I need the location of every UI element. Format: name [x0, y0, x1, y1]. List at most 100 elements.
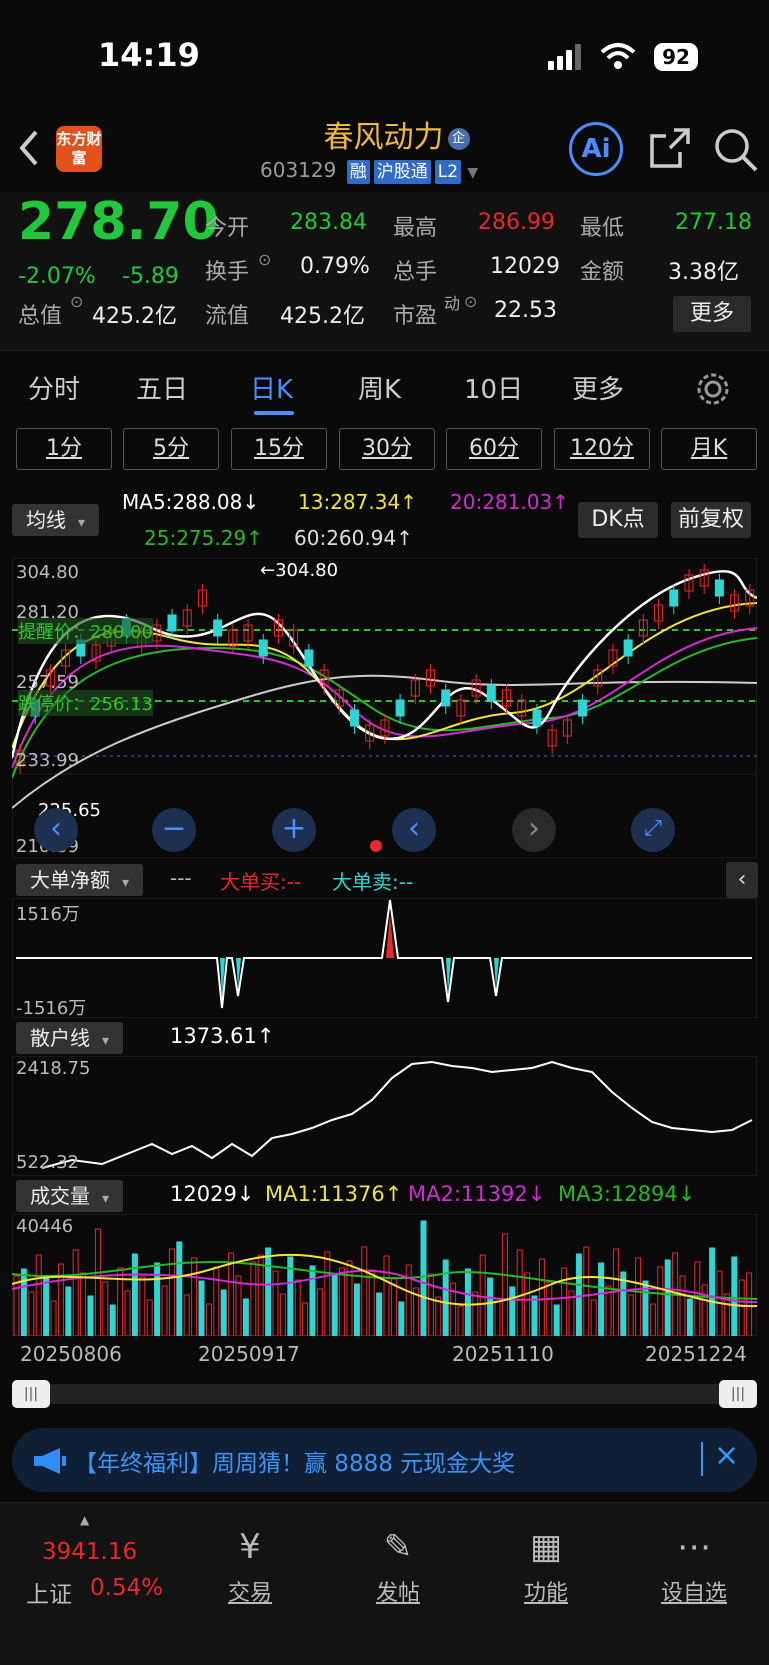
scroll-left-icon[interactable]: ‹ [34, 808, 78, 852]
battery-indicator: 92 [654, 43, 698, 71]
fullscreen-icon[interactable]: ⤢ [631, 808, 675, 852]
candle-body [441, 689, 451, 707]
step-forward-icon[interactable]: › [512, 808, 556, 852]
interval-5min[interactable]: 5分 [123, 428, 219, 470]
search-icon[interactable] [712, 126, 760, 174]
chevron-down-icon: ▼ [467, 165, 479, 181]
float-label: 流值 [205, 304, 250, 329]
low-value: 277.18 [675, 210, 752, 235]
step-back-icon[interactable]: ‹ [392, 808, 436, 852]
retail-selector[interactable]: 散户线 [16, 1022, 124, 1054]
volume-bar [509, 1286, 516, 1336]
retail-value: 1373.61↑ [170, 1024, 275, 1048]
date-label-2: 20250917 [198, 1342, 300, 1366]
mktcap-value: 425.2亿 [92, 304, 177, 329]
adjust-button[interactable]: 前复权 [671, 502, 751, 538]
volume-bar [376, 1292, 383, 1336]
tag-margin: 融 [346, 160, 370, 184]
volume-bar [442, 1259, 449, 1336]
volume-bar [20, 1268, 27, 1336]
date-label-1: 20250806 [20, 1342, 122, 1366]
info-icon[interactable]: ⊙ [70, 292, 83, 311]
candle-body [304, 649, 314, 667]
turnover-label: 换手 [205, 260, 250, 285]
volume-bar [575, 1253, 582, 1336]
volume-bar [709, 1247, 716, 1336]
tab-watchlist[interactable]: ⋯ 设自选 [644, 1527, 744, 1607]
volume-label: 总手 [393, 260, 438, 285]
limit-down-label: 跌停价：256.13 [18, 690, 153, 716]
interval-60min[interactable]: 60分 [446, 428, 542, 470]
share-icon[interactable] [648, 126, 692, 170]
ma20-value: 20:281.03↑ [450, 490, 569, 514]
interval-120min[interactable]: 120分 [554, 428, 650, 470]
settings-gear-icon[interactable] [695, 371, 731, 407]
interval-1min[interactable]: 1分 [16, 428, 112, 470]
ai-button[interactable]: Ai [569, 122, 623, 176]
interval-15min[interactable]: 15分 [231, 428, 327, 470]
volume-top-label: 40446 [16, 1216, 74, 1237]
tab-more[interactable]: 更多 [572, 369, 624, 406]
index-percent[interactable]: 0.54% [90, 1575, 163, 1601]
zoom-out-icon[interactable]: − [152, 808, 196, 852]
volume-bar [65, 1286, 72, 1336]
tab-intraday[interactable]: 分时 [28, 369, 80, 406]
status-time: 14:19 [98, 36, 200, 74]
y-label-4: 233.99 [16, 750, 79, 771]
enterprise-badge: 企 [447, 127, 470, 150]
range-handle-right[interactable]: ||| [719, 1380, 757, 1408]
tab-five-day[interactable]: 五日 [136, 369, 188, 406]
grid-icon: ▦ [529, 1527, 563, 1567]
info-icon[interactable]: ⊙ [464, 292, 477, 311]
interval-30min[interactable]: 30分 [339, 428, 435, 470]
alert-price-label[interactable]: 提醒价：280.00 [18, 618, 153, 644]
bigorder-bottom-label: -1516万 [16, 998, 87, 1019]
collapse-icon[interactable]: ‹ [726, 862, 758, 898]
range-handle-left[interactable]: ||| [12, 1380, 50, 1408]
stock-code-line[interactable]: 603129 融沪股通 L2 ▼ [260, 158, 478, 184]
promo-banner[interactable]: 【年终福利】周周猜！赢 8888 元现金大奖 × [12, 1428, 757, 1492]
volume-ma3: MA3:12894↓ [558, 1182, 696, 1206]
index-name[interactable]: 上证 [26, 1575, 72, 1609]
change-amount: -5.89 [122, 264, 179, 289]
tab-ten-day[interactable]: 10日 [464, 369, 523, 406]
tab-post[interactable]: ✎ 发帖 [348, 1527, 448, 1607]
candle-body [669, 589, 679, 607]
megaphone-icon [34, 1448, 66, 1474]
volume-bar [398, 1301, 405, 1336]
tab-daily-k[interactable]: 日K [250, 369, 293, 406]
volume-bar [198, 1280, 205, 1336]
ma-selector[interactable]: 均线 [12, 504, 100, 536]
tab-trade[interactable]: ¥ 交易 [200, 1527, 300, 1607]
info-icon[interactable]: ⊙ [258, 250, 271, 269]
pe-value: 22.53 [494, 298, 557, 323]
candle-body [395, 699, 405, 717]
tab-functions[interactable]: ▦ 功能 [496, 1527, 596, 1607]
volume-selector[interactable]: 成交量 [16, 1180, 124, 1212]
position-dot [370, 840, 382, 852]
volume-bar [331, 1274, 338, 1336]
stock-name: 春风动力 [323, 120, 444, 155]
volume-bar [309, 1265, 316, 1336]
dk-point-button[interactable]: DK点 [578, 502, 658, 538]
volume-chart [12, 1214, 757, 1336]
more-button[interactable]: 更多 [673, 296, 751, 332]
volume-bar [265, 1247, 272, 1336]
range-slider-track[interactable] [12, 1384, 757, 1404]
turnover-value: 0.79% [300, 254, 370, 279]
candle-body [213, 619, 223, 637]
ma13-value: 13:287.34↑ [298, 490, 417, 514]
close-icon[interactable]: × [714, 1438, 739, 1473]
tab-weekly-k[interactable]: 周K [358, 369, 401, 406]
zoom-in-icon[interactable]: + [272, 808, 316, 852]
change-percent: -2.07% [18, 264, 96, 289]
bigorder-selector[interactable]: 大单净额 [16, 864, 144, 896]
volume-value: 12029↓ [170, 1182, 255, 1206]
volume-bar [731, 1256, 738, 1336]
stock-code: 603129 [260, 158, 337, 182]
index-value[interactable]: 3941.16 [42, 1539, 137, 1565]
more-dots-icon: ⋯ [677, 1527, 711, 1567]
wifi-icon [600, 43, 636, 69]
interval-monthly-k[interactable]: 月K [661, 428, 757, 470]
retail-bottom-label: 522.32 [16, 1152, 79, 1173]
